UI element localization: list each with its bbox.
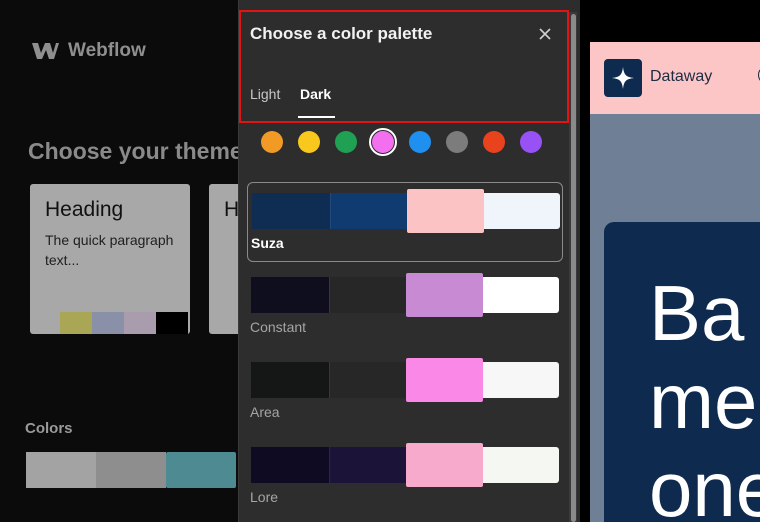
site-preview: Dataway Ba me one (585, 0, 760, 522)
tab-light[interactable]: Light (250, 86, 280, 102)
red-dot-icon[interactable] (483, 131, 505, 153)
orange-dot-icon[interactable] (261, 131, 283, 153)
palette-swatch (252, 193, 330, 229)
webflow-logo: Webflow (30, 40, 146, 62)
yellow-dot-icon[interactable] (298, 131, 320, 153)
preview-brand-name: Dataway (650, 68, 713, 85)
color-bar-segment (166, 452, 236, 488)
swatch (92, 312, 124, 334)
pink-dot-icon[interactable] (369, 128, 397, 156)
palette-color-strip (252, 189, 560, 233)
preview-header: Dataway (590, 42, 760, 114)
palette-option[interactable]: Area (247, 352, 563, 432)
palette-color-strip (251, 358, 559, 402)
palette-swatch (329, 447, 406, 483)
palette-name: Constant (250, 319, 307, 335)
palette-option[interactable]: Suza (247, 182, 563, 262)
purple-dot-icon[interactable] (520, 131, 542, 153)
theme-card-paragraph: The quick paragraph text... (45, 232, 174, 268)
palette-swatch (483, 362, 559, 398)
palette-name: Area (250, 404, 280, 420)
tab-dark[interactable]: Dark (300, 86, 331, 102)
hero-text-line: Ba (649, 269, 745, 357)
scrollbar-thumb[interactable] (571, 14, 576, 522)
close-button[interactable] (535, 24, 555, 44)
palette-option[interactable]: Constant (247, 267, 563, 347)
color-palette-modal: Choose a color palette Light Dark Suza Co… (238, 0, 580, 522)
color-filter-dots (261, 128, 542, 156)
palette-swatch (251, 362, 329, 398)
palette-color-strip (251, 443, 559, 487)
webflow-logo-icon (32, 43, 59, 59)
palette-name: Lore (250, 489, 279, 505)
palette-name: Suza (251, 235, 284, 251)
choose-theme-heading: Choose your theme (28, 138, 243, 164)
palette-swatch (330, 193, 407, 229)
theme-card-heading: Heading (45, 198, 124, 221)
palette-swatch (484, 193, 560, 229)
palette-swatch (329, 277, 406, 313)
active-tab-indicator (298, 116, 335, 118)
green-dot-icon[interactable] (335, 131, 357, 153)
modal-title: Choose a color palette (250, 24, 433, 43)
palette-swatch (251, 277, 329, 313)
colors-bar (26, 452, 236, 488)
color-bar-segment (26, 452, 96, 488)
swatch (124, 312, 156, 334)
palette-color-strip (251, 273, 559, 317)
swatch (60, 312, 92, 334)
theme-card-heading: H (224, 198, 240, 221)
theme-card-swatches (60, 312, 188, 334)
preview-hero: Ba me one (604, 222, 760, 522)
hero-text-line: one (649, 445, 760, 522)
close-icon (539, 28, 551, 40)
palette-swatch (406, 273, 483, 317)
screen: Webflow Choose your theme Heading The qu… (0, 0, 760, 522)
theme-card[interactable]: Heading The quick paragraph text... (30, 184, 190, 334)
gray-dot-icon[interactable] (446, 131, 468, 153)
palette-swatch (406, 443, 483, 487)
sparkle-icon (604, 59, 642, 97)
palette-swatch (407, 189, 484, 233)
palette-swatch (483, 277, 559, 313)
color-bar-segment (96, 452, 166, 488)
palette-swatch (329, 362, 406, 398)
colors-label: Colors (25, 420, 73, 437)
blue-dot-icon[interactable] (409, 131, 431, 153)
swatch (156, 312, 188, 334)
palette-swatch (251, 447, 329, 483)
hero-text-line: me (649, 357, 758, 445)
palette-swatch (406, 358, 483, 402)
modal-header: Choose a color palette Light Dark (239, 0, 580, 124)
palette-swatch (483, 447, 559, 483)
logo-text: Webflow (68, 40, 146, 61)
palette-option[interactable]: Lore (247, 437, 563, 517)
